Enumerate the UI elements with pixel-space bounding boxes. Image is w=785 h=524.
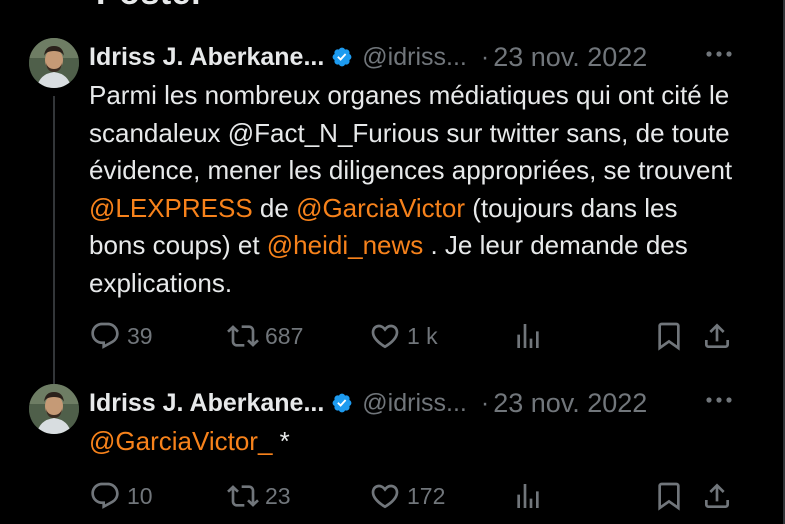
retweet-icon <box>227 325 259 347</box>
section-title: Poster <box>96 0 205 13</box>
bookmark-button[interactable] <box>653 316 685 356</box>
tweet[interactable]: Idriss J. Aberkane... @idriss... · 23 no… <box>0 34 783 392</box>
like-button[interactable]: 1 k <box>369 316 438 356</box>
author-name[interactable]: Idriss J. Aberkane... <box>89 389 324 418</box>
tweet-header: Idriss J. Aberkane... @idriss... · 23 no… <box>89 40 749 74</box>
bookmark-icon <box>658 482 680 511</box>
tweet-text: @GarciaVictor_ * <box>89 423 739 461</box>
retweet-icon <box>227 485 259 507</box>
verified-badge-icon <box>331 46 353 68</box>
retweet-button[interactable]: 687 <box>227 316 303 356</box>
views-chart-icon <box>517 324 539 348</box>
reply-icon <box>91 482 119 509</box>
heart-icon <box>371 324 399 349</box>
reply-count: 39 <box>127 322 153 349</box>
author-handle[interactable]: @idriss... <box>362 43 467 72</box>
tweet-text: Parmi les nombreux organes médiatiques q… <box>89 77 739 302</box>
tweet-actions: 39 687 1 k <box>89 316 739 356</box>
reply-count: 10 <box>127 482 153 509</box>
more-horizontal-icon[interactable] <box>703 40 735 68</box>
share-icon <box>705 483 729 508</box>
tweet[interactable]: Idriss J. Aberkane... @idriss... · 23 no… <box>0 380 783 524</box>
like-count: 172 <box>407 482 446 509</box>
timeline: Poster Idriss J. Aberkane... @idriss.. <box>0 0 785 524</box>
share-button[interactable] <box>701 476 733 516</box>
share-icon <box>705 323 729 348</box>
more-horizontal-icon[interactable] <box>703 386 735 414</box>
author-name[interactable]: Idriss J. Aberkane... <box>89 43 324 72</box>
reply-button[interactable]: 10 <box>89 476 153 516</box>
heart-icon <box>371 484 399 509</box>
retweet-count: 687 <box>265 322 304 349</box>
avatar[interactable] <box>29 38 79 88</box>
mention-link[interactable]: @GarciaVictor <box>296 193 465 223</box>
separator: · <box>480 388 490 417</box>
text-segment: Parmi les nombreux organes médiatiques q… <box>89 80 733 185</box>
views-button[interactable] <box>512 476 544 516</box>
avatar[interactable] <box>29 384 79 434</box>
like-button[interactable]: 172 <box>369 476 445 516</box>
views-chart-icon <box>517 484 539 508</box>
separator: · <box>480 42 490 71</box>
views-button[interactable] <box>512 316 544 356</box>
mention-link[interactable]: @LEXPRESS <box>89 193 253 223</box>
tweet-header: Idriss J. Aberkane... @idriss... · 23 no… <box>89 386 749 420</box>
thread-line <box>53 96 55 392</box>
text-segment: * <box>272 426 290 456</box>
mention-link[interactable]: @GarciaVictor_ <box>89 426 272 456</box>
timestamp[interactable]: 23 nov. 2022 <box>493 42 647 73</box>
like-count: 1 k <box>407 322 438 349</box>
author-handle[interactable]: @idriss... <box>362 389 467 418</box>
text-segment: de <box>252 192 297 223</box>
reply-button[interactable]: 39 <box>89 316 153 356</box>
timestamp[interactable]: 23 nov. 2022 <box>493 388 647 419</box>
bookmark-icon <box>658 322 680 351</box>
share-button[interactable] <box>701 316 733 356</box>
retweet-count: 23 <box>265 482 291 509</box>
verified-badge-icon <box>331 392 353 414</box>
retweet-button[interactable]: 23 <box>227 476 291 516</box>
bookmark-button[interactable] <box>653 476 685 516</box>
tweet-actions: 10 23 172 <box>89 476 739 516</box>
mention-link[interactable]: @heidi_news <box>267 230 423 260</box>
reply-icon <box>91 322 119 349</box>
